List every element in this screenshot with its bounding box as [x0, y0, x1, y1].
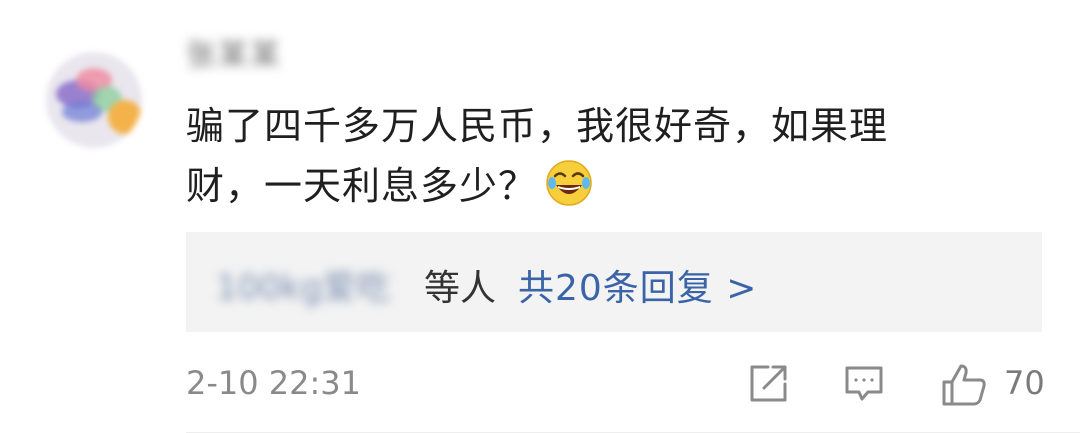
- comment-item: 张某某 骗了四千多万人民币，我很好奇，如果理 财，一天利息多少？ 100kg爱吃…: [0, 0, 1080, 433]
- comment-text-line1: 骗了四千多万人民币，我很好奇，如果理: [186, 104, 889, 148]
- avatar[interactable]: [46, 52, 142, 148]
- reply-suffix: 等人: [424, 268, 497, 309]
- share-icon[interactable]: [746, 362, 790, 406]
- reply-usernames[interactable]: 100kg爱吃: [216, 260, 390, 309]
- comment-icon[interactable]: [842, 362, 886, 406]
- timestamp: 2-10 22:31: [186, 364, 362, 402]
- like-count: 70: [1004, 364, 1045, 402]
- view-replies-link[interactable]: 共20条回复 >: [518, 259, 757, 311]
- comment-text: 骗了四千多万人民币，我很好奇，如果理 财，一天利息多少？: [186, 96, 1006, 216]
- reply-preview[interactable]: 100kg爱吃 等人 共20条回复 >: [186, 232, 1042, 332]
- laughing-with-tears-emoji-icon: [545, 159, 593, 207]
- comment-text-line2: 财，一天利息多少？: [186, 156, 1006, 216]
- username[interactable]: 张某某: [186, 30, 282, 74]
- thumbs-up-icon[interactable]: [940, 362, 988, 408]
- comment-text-line2-text: 财，一天利息多少？: [186, 164, 538, 208]
